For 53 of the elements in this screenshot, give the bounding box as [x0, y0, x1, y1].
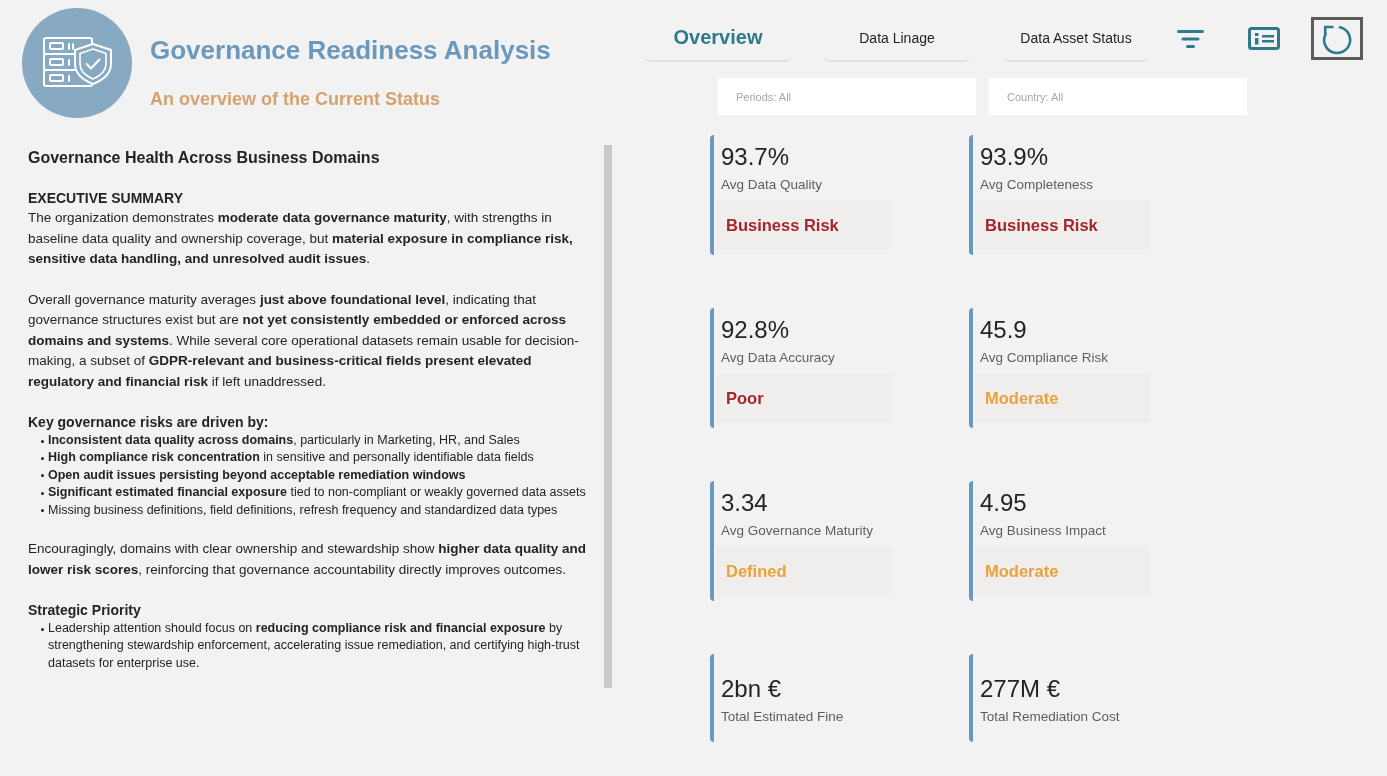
- kpi-label: Avg Business Impact: [980, 522, 1106, 540]
- kpi-value: 2bn €: [721, 674, 782, 704]
- refresh-button[interactable]: [1311, 17, 1363, 60]
- info-card-icon[interactable]: [1248, 27, 1280, 50]
- kpi-label: Avg Data Accuracy: [721, 349, 835, 367]
- summary-paragraph: The organization demonstrates moderate data governance maturity, with strengths in baseline data quality and ownership coverage, but material exposure in compliance risk, sensitive data handling, and unresolved audit issues.: [28, 209, 574, 268]
- scrollbar-thumb[interactable]: [604, 145, 612, 688]
- filter-field[interactable]: Periods: All: [718, 78, 976, 115]
- status-label: Poor: [716, 373, 891, 423]
- bullet-icon: [41, 509, 44, 513]
- kpi-value: 277M €: [980, 674, 1061, 704]
- kpi-label: Total Remediation Cost: [980, 708, 1120, 726]
- kpi-value: 93.9%: [980, 142, 1049, 172]
- section-heading: Strategic Priority: [28, 601, 142, 621]
- bullet-text: Inconsistent data quality across domains, particularly in Marketing, HR, and Sales: [48, 432, 520, 449]
- status-label: Business Risk: [716, 200, 891, 250]
- dashboard-subtitle: An overview of the Current Status: [150, 88, 442, 111]
- filter-field[interactable]: Country: All: [989, 78, 1247, 115]
- bullet-icon: [41, 627, 44, 631]
- summary-title: Governance Health Across Business Domains: [28, 148, 381, 168]
- bullet-icon: [41, 456, 44, 460]
- bullet-text: Open audit issues persisting beyond acceptable remediation windows: [48, 466, 466, 484]
- kpi-value: 92.8%: [721, 315, 790, 345]
- nav-tab[interactable]: Data Asset Status: [1003, 15, 1149, 62]
- nav-tab[interactable]: Overview: [645, 15, 791, 62]
- kpi-label: Avg Completeness: [980, 176, 1094, 194]
- section-heading: Key governance risks are driven by:: [28, 413, 270, 432]
- filter-icon[interactable]: [1177, 29, 1204, 48]
- bullet-icon: [41, 491, 44, 495]
- kpi-label: Avg Governance Maturity: [721, 522, 874, 540]
- bullet-text: Significant estimated financial exposure tied to non-compliant or weakly governed data assets: [48, 484, 586, 502]
- nav-tab[interactable]: Data Linage: [824, 15, 970, 62]
- kpi-value: 45.9: [980, 315, 1027, 345]
- kpi-label: Avg Data Quality: [721, 176, 823, 194]
- server-shield-icon: [22, 8, 132, 118]
- status-label: Moderate: [975, 373, 1150, 423]
- status-label: Business Risk: [975, 200, 1150, 250]
- kpi-label: Total Estimated Fine: [721, 708, 844, 726]
- section-heading: EXECUTIVE SUMMARY: [28, 189, 185, 208]
- bullet-icon: [41, 474, 44, 478]
- bullet-icon: [41, 439, 44, 443]
- bullet-text: High compliance risk concentration in sensitive and personally identifiable data fields: [48, 449, 534, 467]
- kpi-value: 93.7%: [721, 142, 790, 172]
- bullet-text: Missing business definitions, field definitions, refresh frequency and standardized data types: [48, 501, 558, 519]
- status-label: Moderate: [975, 546, 1150, 596]
- status-label: Defined: [716, 546, 891, 596]
- kpi-value: 3.34: [721, 488, 768, 518]
- summary-paragraph: Overall governance maturity averages just above foundational level, indicating that governance structures exist but are not yet consistently embedded or enforced across domains and systems. While several core operational datasets remain usable for decision-making, a subset of GDPR-relevant and business-critical fields present elevated regulatory and financial risk if left unaddressed.: [28, 290, 580, 391]
- kpi-label: Avg Compliance Risk: [980, 349, 1109, 367]
- dashboard-title: Governance Readiness Analysis: [150, 34, 551, 66]
- bullet-text: Leadership attention should focus on reducing compliance risk and financial exposure by strengthening stewardship enforcement, accelerating issue remediation, and certifying high-trust datasets for enterprise use.: [48, 620, 581, 672]
- kpi-value: 4.95: [980, 488, 1027, 518]
- summary-paragraph: Encouragingly, domains with clear ownership and stewardship show higher data quality and lower risk scores, reinforcing that governance accountability directly improves outcomes.: [28, 540, 587, 579]
